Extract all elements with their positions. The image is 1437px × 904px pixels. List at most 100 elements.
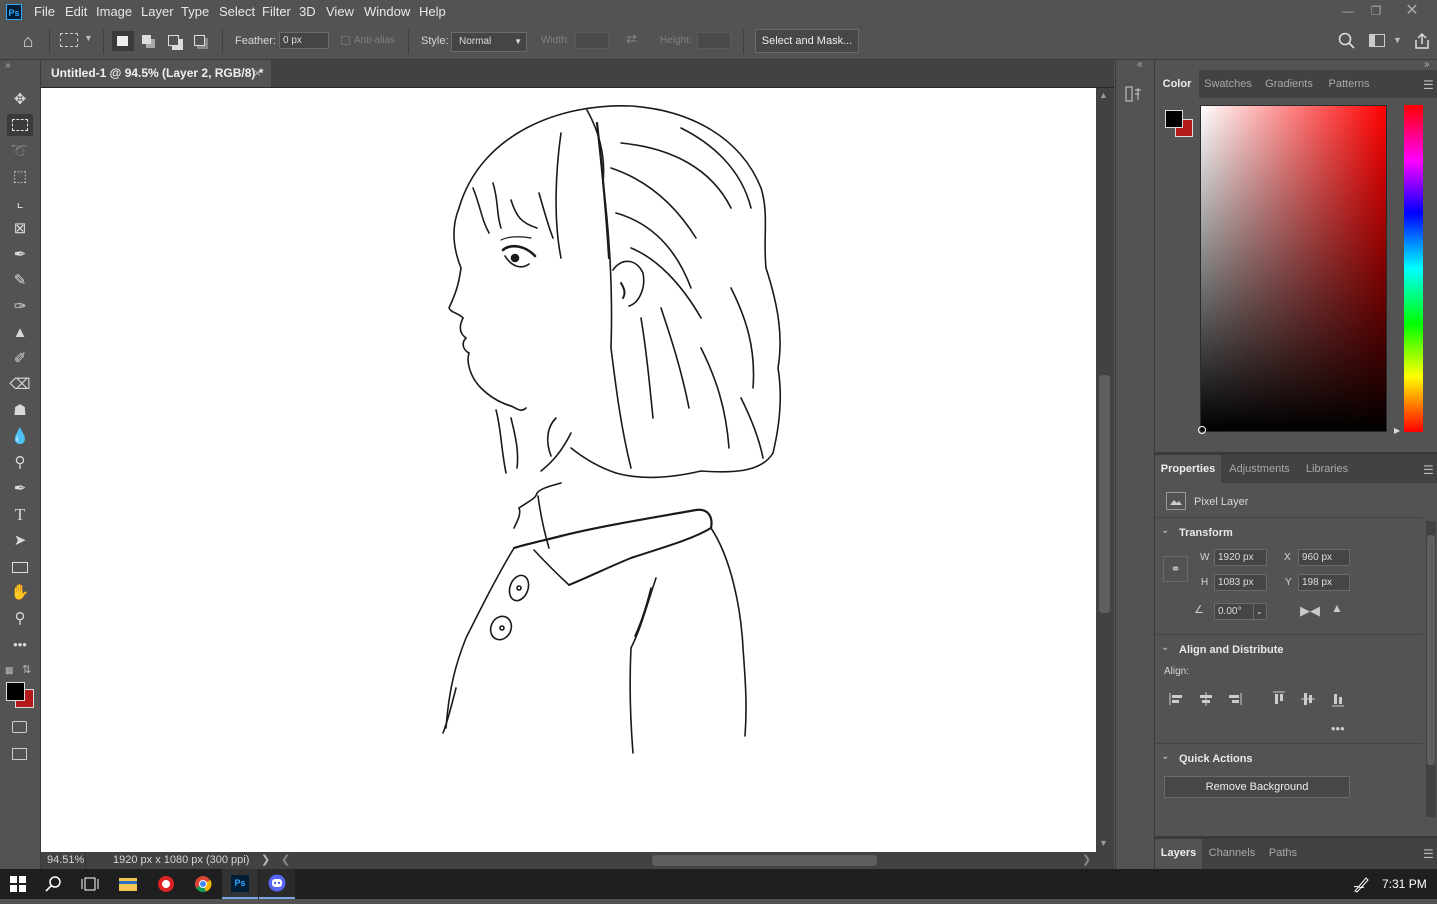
- chevron-down-icon[interactable]: ▼: [1393, 35, 1402, 45]
- frame-tool-icon[interactable]: ⊠: [7, 218, 33, 240]
- hue-slider-handle-icon[interactable]: ▶: [1394, 426, 1400, 435]
- align-top-icon[interactable]: [1271, 691, 1287, 707]
- path-select-icon[interactable]: ➤: [7, 530, 33, 552]
- swap-dimensions-icon[interactable]: ⇄: [626, 31, 637, 47]
- status-menu-arrow-icon[interactable]: ❯: [261, 852, 270, 869]
- select-and-mask-button[interactable]: Select and Mask...: [755, 29, 859, 53]
- properties-scroll-thumb[interactable]: [1427, 535, 1435, 765]
- style-select[interactable]: Normal ▼: [451, 32, 527, 52]
- menu-type[interactable]: Type: [177, 3, 213, 21]
- taskbar-clock[interactable]: 7:31 PM: [1382, 869, 1432, 899]
- more-tools-icon[interactable]: •••: [7, 634, 33, 656]
- flip-vertical-icon[interactable]: ▲: [1331, 601, 1343, 615]
- tab-color[interactable]: Color: [1155, 70, 1199, 98]
- scroll-right-icon[interactable]: ❯: [1082, 852, 1091, 869]
- panel-menu-icon[interactable]: ☰: [1423, 848, 1435, 860]
- close-window-icon[interactable]: ✕: [1400, 2, 1424, 20]
- tab-libraries[interactable]: Libraries: [1298, 455, 1356, 483]
- type-tool-icon[interactable]: T: [7, 504, 33, 526]
- file-explorer-icon[interactable]: [110, 869, 146, 899]
- transform-section-title[interactable]: Transform: [1179, 527, 1233, 539]
- move-tool-icon[interactable]: ✥: [7, 89, 33, 111]
- align-middle-icon[interactable]: [1300, 691, 1316, 707]
- tab-patterns[interactable]: Patterns: [1321, 70, 1377, 98]
- eraser-tool-icon[interactable]: ⌫: [7, 374, 33, 396]
- align-section-title[interactable]: Align and Distribute: [1179, 644, 1284, 656]
- photoshop-taskbar-icon[interactable]: Ps: [222, 869, 258, 899]
- task-view-icon[interactable]: [72, 869, 108, 899]
- menu-file[interactable]: File: [30, 3, 59, 21]
- color-panel-foreground-swatch[interactable]: [1165, 110, 1183, 128]
- menu-help[interactable]: Help: [415, 3, 450, 21]
- feather-input[interactable]: 0 px: [279, 32, 329, 49]
- chevron-down-icon[interactable]: ⌄: [1161, 525, 1169, 536]
- vertical-scroll-thumb[interactable]: [1099, 375, 1110, 613]
- chevron-down-icon[interactable]: ▼: [84, 33, 93, 43]
- menu-layer[interactable]: Layer: [137, 3, 178, 21]
- foreground-color-swatch[interactable]: [6, 682, 25, 701]
- subtract-selection-icon[interactable]: [168, 35, 179, 46]
- search-icon[interactable]: [1337, 31, 1357, 51]
- canvas[interactable]: [41, 88, 1096, 852]
- pen-tool-icon[interactable]: ✒: [7, 478, 33, 500]
- history-panel-icon[interactable]: [1125, 84, 1143, 104]
- flip-horizontal-icon[interactable]: ▶◀: [1300, 603, 1320, 619]
- align-left-icon[interactable]: [1169, 691, 1185, 707]
- windows-start-icon[interactable]: [0, 869, 36, 899]
- hue-slider[interactable]: [1404, 105, 1423, 432]
- tab-channels[interactable]: Channels: [1203, 839, 1261, 869]
- quick-actions-section-title[interactable]: Quick Actions: [1179, 753, 1253, 765]
- align-bottom-icon[interactable]: [1330, 691, 1346, 707]
- rectangle-tool-icon[interactable]: [7, 556, 33, 578]
- panel-menu-icon[interactable]: ☰: [1423, 464, 1435, 476]
- paint-bucket-icon[interactable]: ☗: [7, 400, 33, 422]
- eyedropper-tool-icon[interactable]: ✒: [7, 244, 33, 266]
- collapse-toolbar-icon[interactable]: »: [5, 60, 11, 71]
- history-brush-icon[interactable]: ✐: [7, 348, 33, 370]
- restore-window-icon[interactable]: ❐: [1364, 2, 1388, 20]
- quick-mask-icon[interactable]: [7, 716, 33, 738]
- horizontal-scroll-thumb[interactable]: [652, 855, 877, 866]
- minimize-window-icon[interactable]: —: [1336, 2, 1360, 20]
- x-field[interactable]: 960 px: [1298, 549, 1350, 566]
- tab-adjustments[interactable]: Adjustments: [1222, 455, 1297, 483]
- width-field[interactable]: 1920 px: [1214, 549, 1267, 566]
- pen-input-icon[interactable]: [1352, 875, 1372, 893]
- intersect-selection-icon[interactable]: [194, 35, 205, 46]
- scroll-up-icon[interactable]: ▲: [1099, 90, 1108, 100]
- menu-edit[interactable]: Edit: [61, 3, 91, 21]
- collapse-dock-icon[interactable]: »: [1424, 59, 1430, 70]
- color-picker-marker[interactable]: [1198, 426, 1206, 434]
- hand-tool-icon[interactable]: ✋: [7, 582, 33, 604]
- tab-layers[interactable]: Layers: [1155, 839, 1202, 869]
- close-tab-icon[interactable]: ×: [254, 60, 261, 87]
- height-field[interactable]: 1083 px: [1214, 574, 1267, 591]
- taskbar-app-icon[interactable]: [148, 869, 184, 899]
- screen-mode-icon[interactable]: [7, 743, 33, 765]
- crop-tool-icon[interactable]: ⌞: [7, 192, 33, 214]
- scroll-down-icon[interactable]: ▼: [1099, 838, 1108, 848]
- align-center-icon[interactable]: [1198, 691, 1214, 707]
- align-right-icon[interactable]: [1226, 691, 1242, 707]
- menu-filter[interactable]: Filter: [258, 3, 295, 21]
- angle-field[interactable]: 0.00°: [1214, 603, 1254, 620]
- zoom-level[interactable]: 94.51%: [47, 852, 84, 869]
- dodge-tool-icon[interactable]: ⚲: [7, 452, 33, 474]
- scroll-left-icon[interactable]: ❮: [281, 852, 290, 869]
- tab-paths[interactable]: Paths: [1262, 839, 1304, 869]
- width-input[interactable]: [575, 32, 609, 49]
- chevron-down-icon[interactable]: ⌄: [1161, 642, 1169, 653]
- menu-3d[interactable]: 3D: [295, 3, 320, 21]
- document-tab[interactable]: Untitled-1 @ 94.5% (Layer 2, RGB/8) * ×: [41, 60, 271, 87]
- height-input[interactable]: [697, 32, 731, 49]
- stamp-tool-icon[interactable]: ▲: [7, 322, 33, 344]
- tab-gradients[interactable]: Gradients: [1258, 70, 1320, 98]
- healing-brush-icon[interactable]: ✎: [7, 270, 33, 292]
- remove-background-button[interactable]: Remove Background: [1164, 776, 1350, 798]
- brush-tool-icon[interactable]: ✑: [7, 296, 33, 318]
- menu-view[interactable]: View: [322, 3, 358, 21]
- object-select-tool-icon[interactable]: ⬚: [7, 166, 33, 188]
- chrome-icon[interactable]: [185, 869, 221, 899]
- swap-colors-icon[interactable]: ⇅: [22, 663, 31, 676]
- home-icon[interactable]: ⌂: [18, 31, 38, 51]
